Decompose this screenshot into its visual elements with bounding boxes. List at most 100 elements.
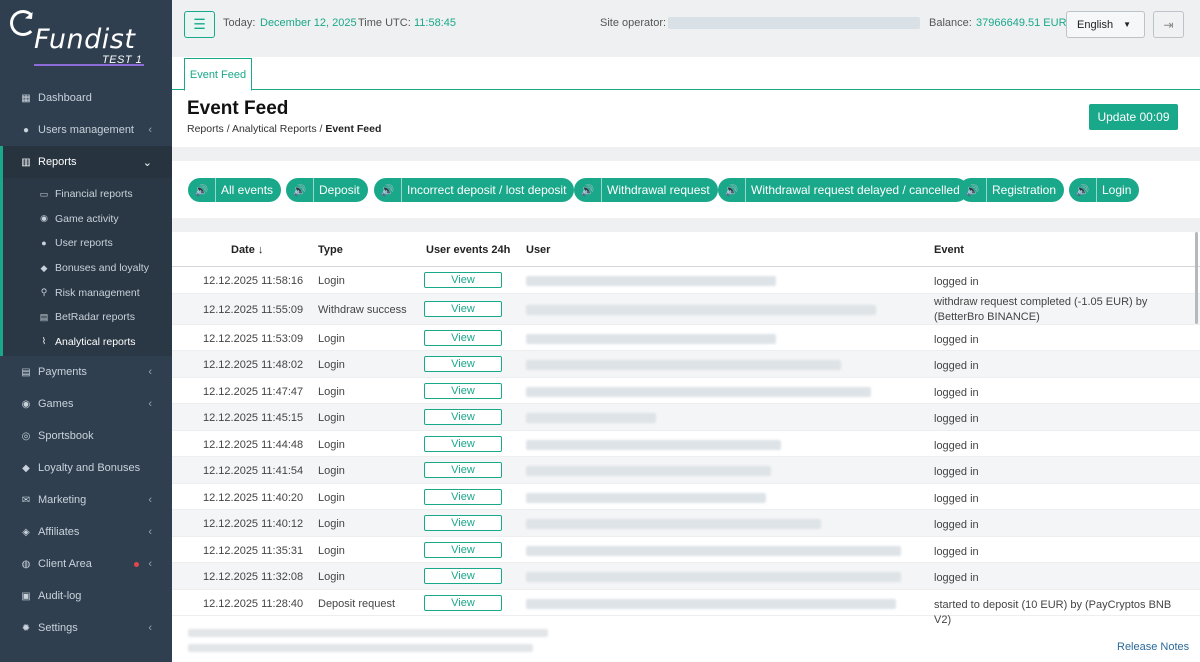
balance-value: 37966649.51 EUR — [976, 17, 1067, 29]
view-button[interactable]: View — [424, 568, 502, 584]
sidebar-item-audit-log[interactable]: ▣ Audit-log — [0, 580, 172, 612]
sidebar-item-sportsbook[interactable]: ◎ Sportsbook — [0, 420, 172, 452]
volume-icon: 🔊 — [718, 178, 746, 202]
submenu-item-risk-management[interactable]: ⚲ Risk management — [3, 280, 172, 305]
volume-icon: 🔊 — [374, 178, 402, 202]
cell-date: 12.12.2025 11:55:09 — [203, 303, 304, 316]
view-button[interactable]: View — [424, 541, 502, 558]
envelope-icon: ✉ — [21, 494, 31, 506]
today-label: Today: — [223, 17, 256, 29]
cell-event: logged in — [934, 466, 979, 478]
sidebar-item-label: Loyalty and Bonuses — [38, 462, 141, 475]
breadcrumb-reports[interactable]: Reports — [187, 123, 224, 135]
view-button[interactable]: View — [424, 272, 502, 288]
sidebar-item-payments[interactable]: ▤ Payments ‹ — [0, 356, 172, 388]
language-value: English — [1077, 18, 1114, 31]
sidebar-item-settings[interactable]: ✹ Settings ‹ — [0, 612, 172, 644]
submenu-item-game-activity[interactable]: ◉ Game activity — [3, 207, 172, 232]
view-button[interactable]: View — [424, 435, 502, 452]
scrollbar[interactable] — [1195, 232, 1198, 324]
sidebar-item-users-management[interactable]: ● Users management ‹ — [0, 114, 172, 146]
sidebar-item-client-area[interactable]: ◍ Client Area ‹ — [0, 548, 172, 580]
sidebar-item-affiliates[interactable]: ◈ Affiliates ‹ — [0, 516, 172, 548]
submenu-item-label: Risk management — [55, 286, 140, 299]
filter-deposit[interactable]: 🔊 Deposit — [286, 178, 368, 202]
submenu-item-label: Financial reports — [55, 188, 133, 201]
table-row: 12.12.2025 11:47:47 Login View logged in — [172, 378, 1200, 404]
view-button[interactable]: View — [424, 382, 502, 399]
submenu-item-bonuses-and-loyalty[interactable]: ◆ Bonuses and loyalty — [3, 256, 172, 281]
logout-button[interactable]: ⇥ — [1153, 11, 1184, 38]
sidebar-item-reports[interactable]: ▥ Reports ⌄ — [0, 146, 172, 178]
column-type[interactable]: Type — [318, 244, 343, 256]
time-value: 11:58:45 — [414, 17, 457, 29]
footer-copyright-redacted — [188, 644, 533, 652]
notification-dot — [134, 562, 139, 568]
cell-user-redacted — [526, 413, 656, 423]
cell-date: 12.12.2025 11:35:31 — [203, 544, 304, 557]
cell-event: logged in — [934, 333, 979, 346]
submenu-item-analytical-reports[interactable]: ⌇ Analytical reports — [3, 330, 172, 355]
submenu-item-label: Game activity — [55, 212, 119, 225]
view-button[interactable]: View — [424, 300, 502, 317]
release-notes-link[interactable]: Release Notes — [1117, 641, 1189, 653]
column-user-events-24h[interactable]: User events 24h — [426, 244, 510, 256]
chevron-left-icon: ‹ — [148, 622, 152, 635]
site-operator-label: Site operator: — [600, 17, 667, 29]
menu-toggle-button[interactable]: ☰ — [184, 11, 215, 38]
table-row: 12.12.2025 11:45:15 Login View logged in — [172, 404, 1200, 431]
wallet-icon: ▤ — [21, 366, 31, 378]
main-content: Event Feed Event Feed Reports / Analytic… — [172, 57, 1200, 662]
filter-label: Login — [1102, 183, 1132, 197]
chevron-left-icon: ‹ — [148, 494, 152, 507]
cell-date: 12.12.2025 11:32:08 — [203, 571, 304, 583]
table-row: 12.12.2025 11:48:02 Login View logged in — [172, 351, 1200, 378]
cell-user-redacted — [526, 439, 781, 450]
submenu-item-betradar-reports[interactable]: ▤ BetRadar reports — [3, 305, 172, 330]
sidebar-item-dashboard[interactable]: ▦ Dashboard — [0, 82, 172, 114]
filter-all-events[interactable]: 🔊 All events — [188, 178, 282, 202]
cell-user-redacted — [526, 572, 901, 582]
balance-label: Balance: — [929, 17, 972, 29]
gamepad-icon: ◉ — [40, 213, 48, 224]
line-chart-icon: ⌇ — [41, 336, 47, 347]
view-button[interactable]: View — [424, 462, 502, 478]
filter-withdrawal-request-delayed-cancelled[interactable]: 🔊 Withdrawal request delayed / cancelled — [718, 178, 968, 202]
logo-swirl-icon — [10, 10, 36, 36]
view-button[interactable]: View — [424, 329, 502, 346]
column-date[interactable]: Date ↓ — [231, 244, 263, 256]
cell-date: 12.12.2025 11:45:15 — [203, 412, 304, 424]
column-user[interactable]: User — [526, 244, 550, 256]
chevron-down-icon: ⌄ — [142, 157, 152, 169]
filter-incorrect-deposit-lost-deposit[interactable]: 🔊 Incorrect deposit / lost deposit — [374, 178, 575, 202]
sidebar-item-loyalty-and-bonuses[interactable]: ◆ Loyalty and Bonuses — [0, 452, 172, 484]
sidebar-item-label: Sportsbook — [38, 430, 94, 443]
filter-registration[interactable]: 🔊 Registration — [959, 178, 1065, 202]
breadcrumb-analytical-reports[interactable]: Analytical Reports — [232, 123, 317, 135]
gear-icon: ✹ — [21, 622, 31, 634]
fundist-logo[interactable]: Fundist TEST 1 — [10, 8, 160, 70]
column-event[interactable]: Event — [934, 244, 964, 256]
submenu-item-label: BetRadar reports — [55, 311, 135, 324]
tab-event-feed[interactable]: Event Feed — [184, 58, 252, 91]
filter-withdrawal-request[interactable]: 🔊 Withdrawal request — [574, 178, 718, 202]
volume-icon: 🔊 — [1069, 178, 1097, 202]
submenu-item-financial-reports[interactable]: ▭ Financial reports — [3, 182, 172, 207]
view-button[interactable]: View — [424, 356, 502, 372]
view-button[interactable]: View — [424, 594, 502, 611]
database-icon: ▣ — [21, 590, 31, 602]
view-button[interactable]: View — [424, 515, 502, 531]
cell-type: Login — [318, 385, 345, 398]
table-row: 12.12.2025 11:28:40 Deposit request View st… — [172, 590, 1200, 626]
breadcrumb-current: Event Feed — [325, 123, 382, 135]
sidebar-item-marketing[interactable]: ✉ Marketing ‹ — [0, 484, 172, 516]
sidebar-item-games[interactable]: ◉ Games ‹ — [0, 388, 172, 420]
view-button[interactable]: View — [424, 409, 502, 425]
submenu-item-user-reports[interactable]: ● User reports — [3, 231, 172, 256]
sidebar-item-label: Reports — [38, 156, 77, 168]
update-button[interactable]: Update 00:09 — [1089, 104, 1178, 130]
filter-login[interactable]: 🔊 Login — [1069, 178, 1140, 202]
language-select[interactable]: English ▼ — [1066, 11, 1145, 38]
table-row: 12.12.2025 11:35:31 Login View logged in — [172, 537, 1200, 563]
view-button[interactable]: View — [424, 488, 502, 505]
